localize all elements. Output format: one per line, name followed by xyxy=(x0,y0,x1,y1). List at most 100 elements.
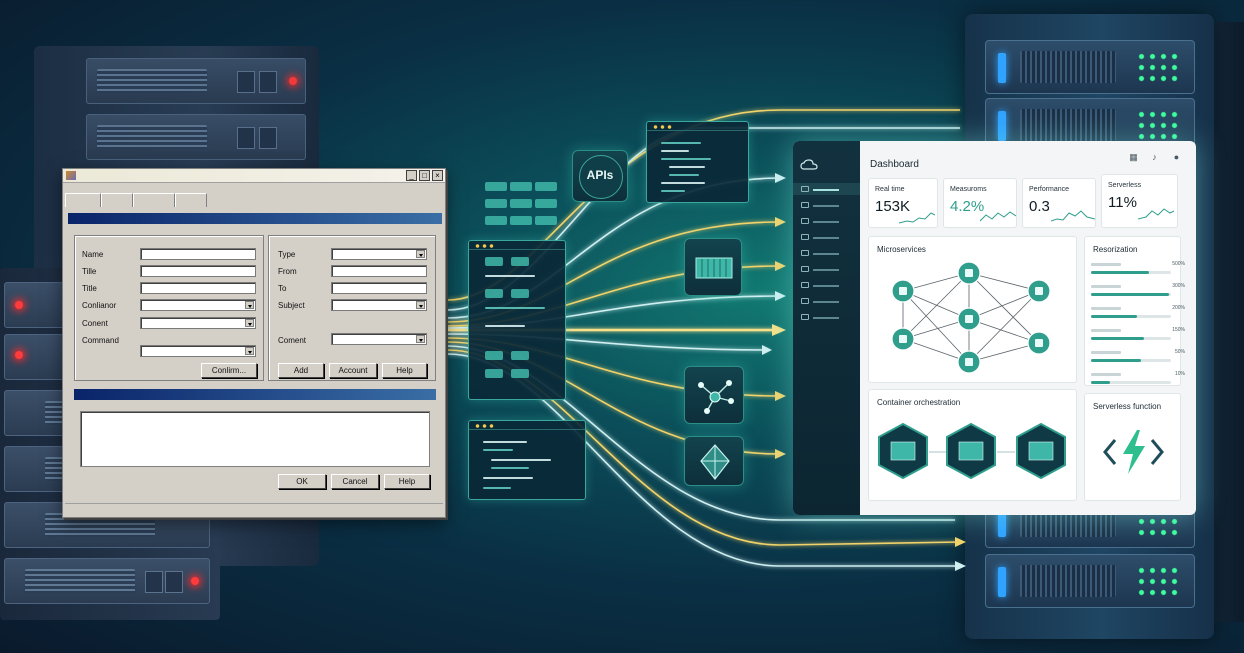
sidebar-item-4[interactable] xyxy=(813,237,839,239)
from-label: From xyxy=(278,267,297,276)
network-graph-icon xyxy=(698,380,734,414)
resource-bar-fill xyxy=(1091,337,1144,340)
server-icon[interactable] xyxy=(801,218,809,224)
metric-label: Performance xyxy=(1029,186,1070,193)
sparkline xyxy=(899,212,935,224)
metric-value: 11% xyxy=(1108,194,1137,211)
bell-icon[interactable]: ♪ xyxy=(1150,153,1159,162)
from-field[interactable] xyxy=(331,265,427,277)
cloud-icon xyxy=(800,159,818,170)
to-field[interactable] xyxy=(331,282,427,294)
confirm-button[interactable]: Conlirm... xyxy=(201,363,257,378)
metric-label: Measuroms xyxy=(950,186,987,193)
resource-bar-track xyxy=(1091,381,1171,384)
metric-card-serverless[interactable]: Serverless 11% xyxy=(1101,174,1178,228)
resource-row-label-bar xyxy=(1091,373,1121,376)
apis-node: APIs xyxy=(572,150,628,202)
resource-percent: 50% xyxy=(1174,349,1185,355)
sidebar-item-6[interactable] xyxy=(813,269,839,271)
minimize-button[interactable]: _ xyxy=(406,170,417,181)
cog-icon[interactable] xyxy=(801,314,809,320)
conent-label: Conent xyxy=(82,319,108,328)
code-panel-services xyxy=(468,240,566,400)
user-icon[interactable]: ● xyxy=(1172,153,1181,162)
resource-bar-track xyxy=(1091,271,1171,274)
title-bar: _ □ × xyxy=(63,169,445,183)
chevron-down-icon xyxy=(416,335,425,343)
tab-3[interactable] xyxy=(133,193,175,207)
resource-bar-fill xyxy=(1091,315,1137,318)
app-icon xyxy=(66,171,76,180)
resource-bar-track xyxy=(1091,293,1171,296)
metric-card-measurements[interactable]: Measuroms 4.2% xyxy=(943,178,1017,228)
code-panel-api xyxy=(646,121,749,203)
coment-select[interactable] xyxy=(331,333,427,345)
container-orchestration-panel: Container orchestration xyxy=(868,389,1077,501)
coment-label: Coment xyxy=(278,336,307,345)
calendar-icon[interactable]: ▦ xyxy=(1129,153,1138,162)
cloud-dashboard: Dashboard ▦ ♪ ● Real time 153K Measuroms… xyxy=(793,141,1196,515)
close-button[interactable]: × xyxy=(432,170,443,181)
type-label: Type xyxy=(278,250,296,259)
chevron-down-icon xyxy=(245,347,254,355)
help-button-bottom[interactable]: Help xyxy=(384,474,430,489)
globe-icon[interactable] xyxy=(801,298,809,304)
chart-icon[interactable] xyxy=(801,202,809,208)
container-icon xyxy=(695,257,733,279)
ok-button[interactable]: OK xyxy=(278,474,326,489)
dashboard-main: Dashboard ▦ ♪ ● Real time 153K Measuroms… xyxy=(860,141,1196,515)
sparkline xyxy=(1051,210,1095,222)
title-label: Title xyxy=(82,284,97,293)
layers-icon[interactable] xyxy=(801,266,809,272)
add-button[interactable]: Add xyxy=(278,363,324,378)
tab-2[interactable] xyxy=(101,193,133,207)
sidebar-item-2[interactable] xyxy=(813,205,839,207)
resource-bar-track xyxy=(1091,315,1171,318)
form-group-left: Name Tille Title Conlianor Conent Comman… xyxy=(74,235,264,381)
conlianor-select[interactable] xyxy=(140,299,256,311)
tab-1[interactable] xyxy=(65,193,101,207)
metric-card-performance[interactable]: Performance 0.3 xyxy=(1022,178,1096,228)
sidebar-item-8[interactable] xyxy=(813,301,839,303)
help-button[interactable]: Help xyxy=(382,363,427,378)
sidebar-item-7[interactable] xyxy=(813,285,839,287)
sidebar-item-3[interactable] xyxy=(813,221,839,223)
resource-percent: 150% xyxy=(1172,327,1185,333)
resource-row-label-bar xyxy=(1091,307,1121,310)
sidebar-item-9[interactable] xyxy=(813,317,839,319)
notes-textarea[interactable] xyxy=(80,411,430,467)
subject-select[interactable] xyxy=(331,299,427,311)
sparkline xyxy=(1138,208,1174,220)
chevron-down-icon xyxy=(416,250,425,258)
cancel-button[interactable]: Cancel xyxy=(331,474,379,489)
command-select[interactable] xyxy=(140,345,256,357)
type-select[interactable] xyxy=(331,248,427,260)
network-node xyxy=(684,366,744,424)
sparkline xyxy=(980,211,1016,222)
details-header-bar xyxy=(74,389,436,400)
crystal-icon xyxy=(700,444,730,480)
title-field[interactable] xyxy=(140,282,256,294)
database-icon[interactable] xyxy=(801,250,809,256)
resource-bar-fill xyxy=(1091,293,1169,296)
tille-field[interactable] xyxy=(140,265,256,277)
resource-row-label-bar xyxy=(1091,329,1121,332)
maximize-button[interactable]: □ xyxy=(419,170,430,181)
command-label: Command xyxy=(82,336,119,345)
sidebar-item-1[interactable] xyxy=(813,189,839,191)
settings-icon[interactable] xyxy=(801,234,809,240)
sidebar-item-5[interactable] xyxy=(813,253,839,255)
name-field[interactable] xyxy=(140,248,256,260)
conent-select[interactable] xyxy=(140,317,256,329)
resource-bar-fill xyxy=(1091,271,1149,274)
microservices-panel: Microservices xyxy=(868,236,1077,383)
chevron-down-icon xyxy=(416,301,425,309)
apis-label: APIs xyxy=(586,168,614,182)
account-button[interactable]: Account xyxy=(329,363,377,378)
home-icon[interactable] xyxy=(801,186,809,192)
tab-4[interactable] xyxy=(175,193,207,207)
serverless-function-panel: Serverless function xyxy=(1084,393,1181,501)
resource-bar-fill xyxy=(1091,381,1110,384)
shield-icon[interactable] xyxy=(801,282,809,288)
metric-card-realtime[interactable]: Real time 153K xyxy=(868,178,938,228)
